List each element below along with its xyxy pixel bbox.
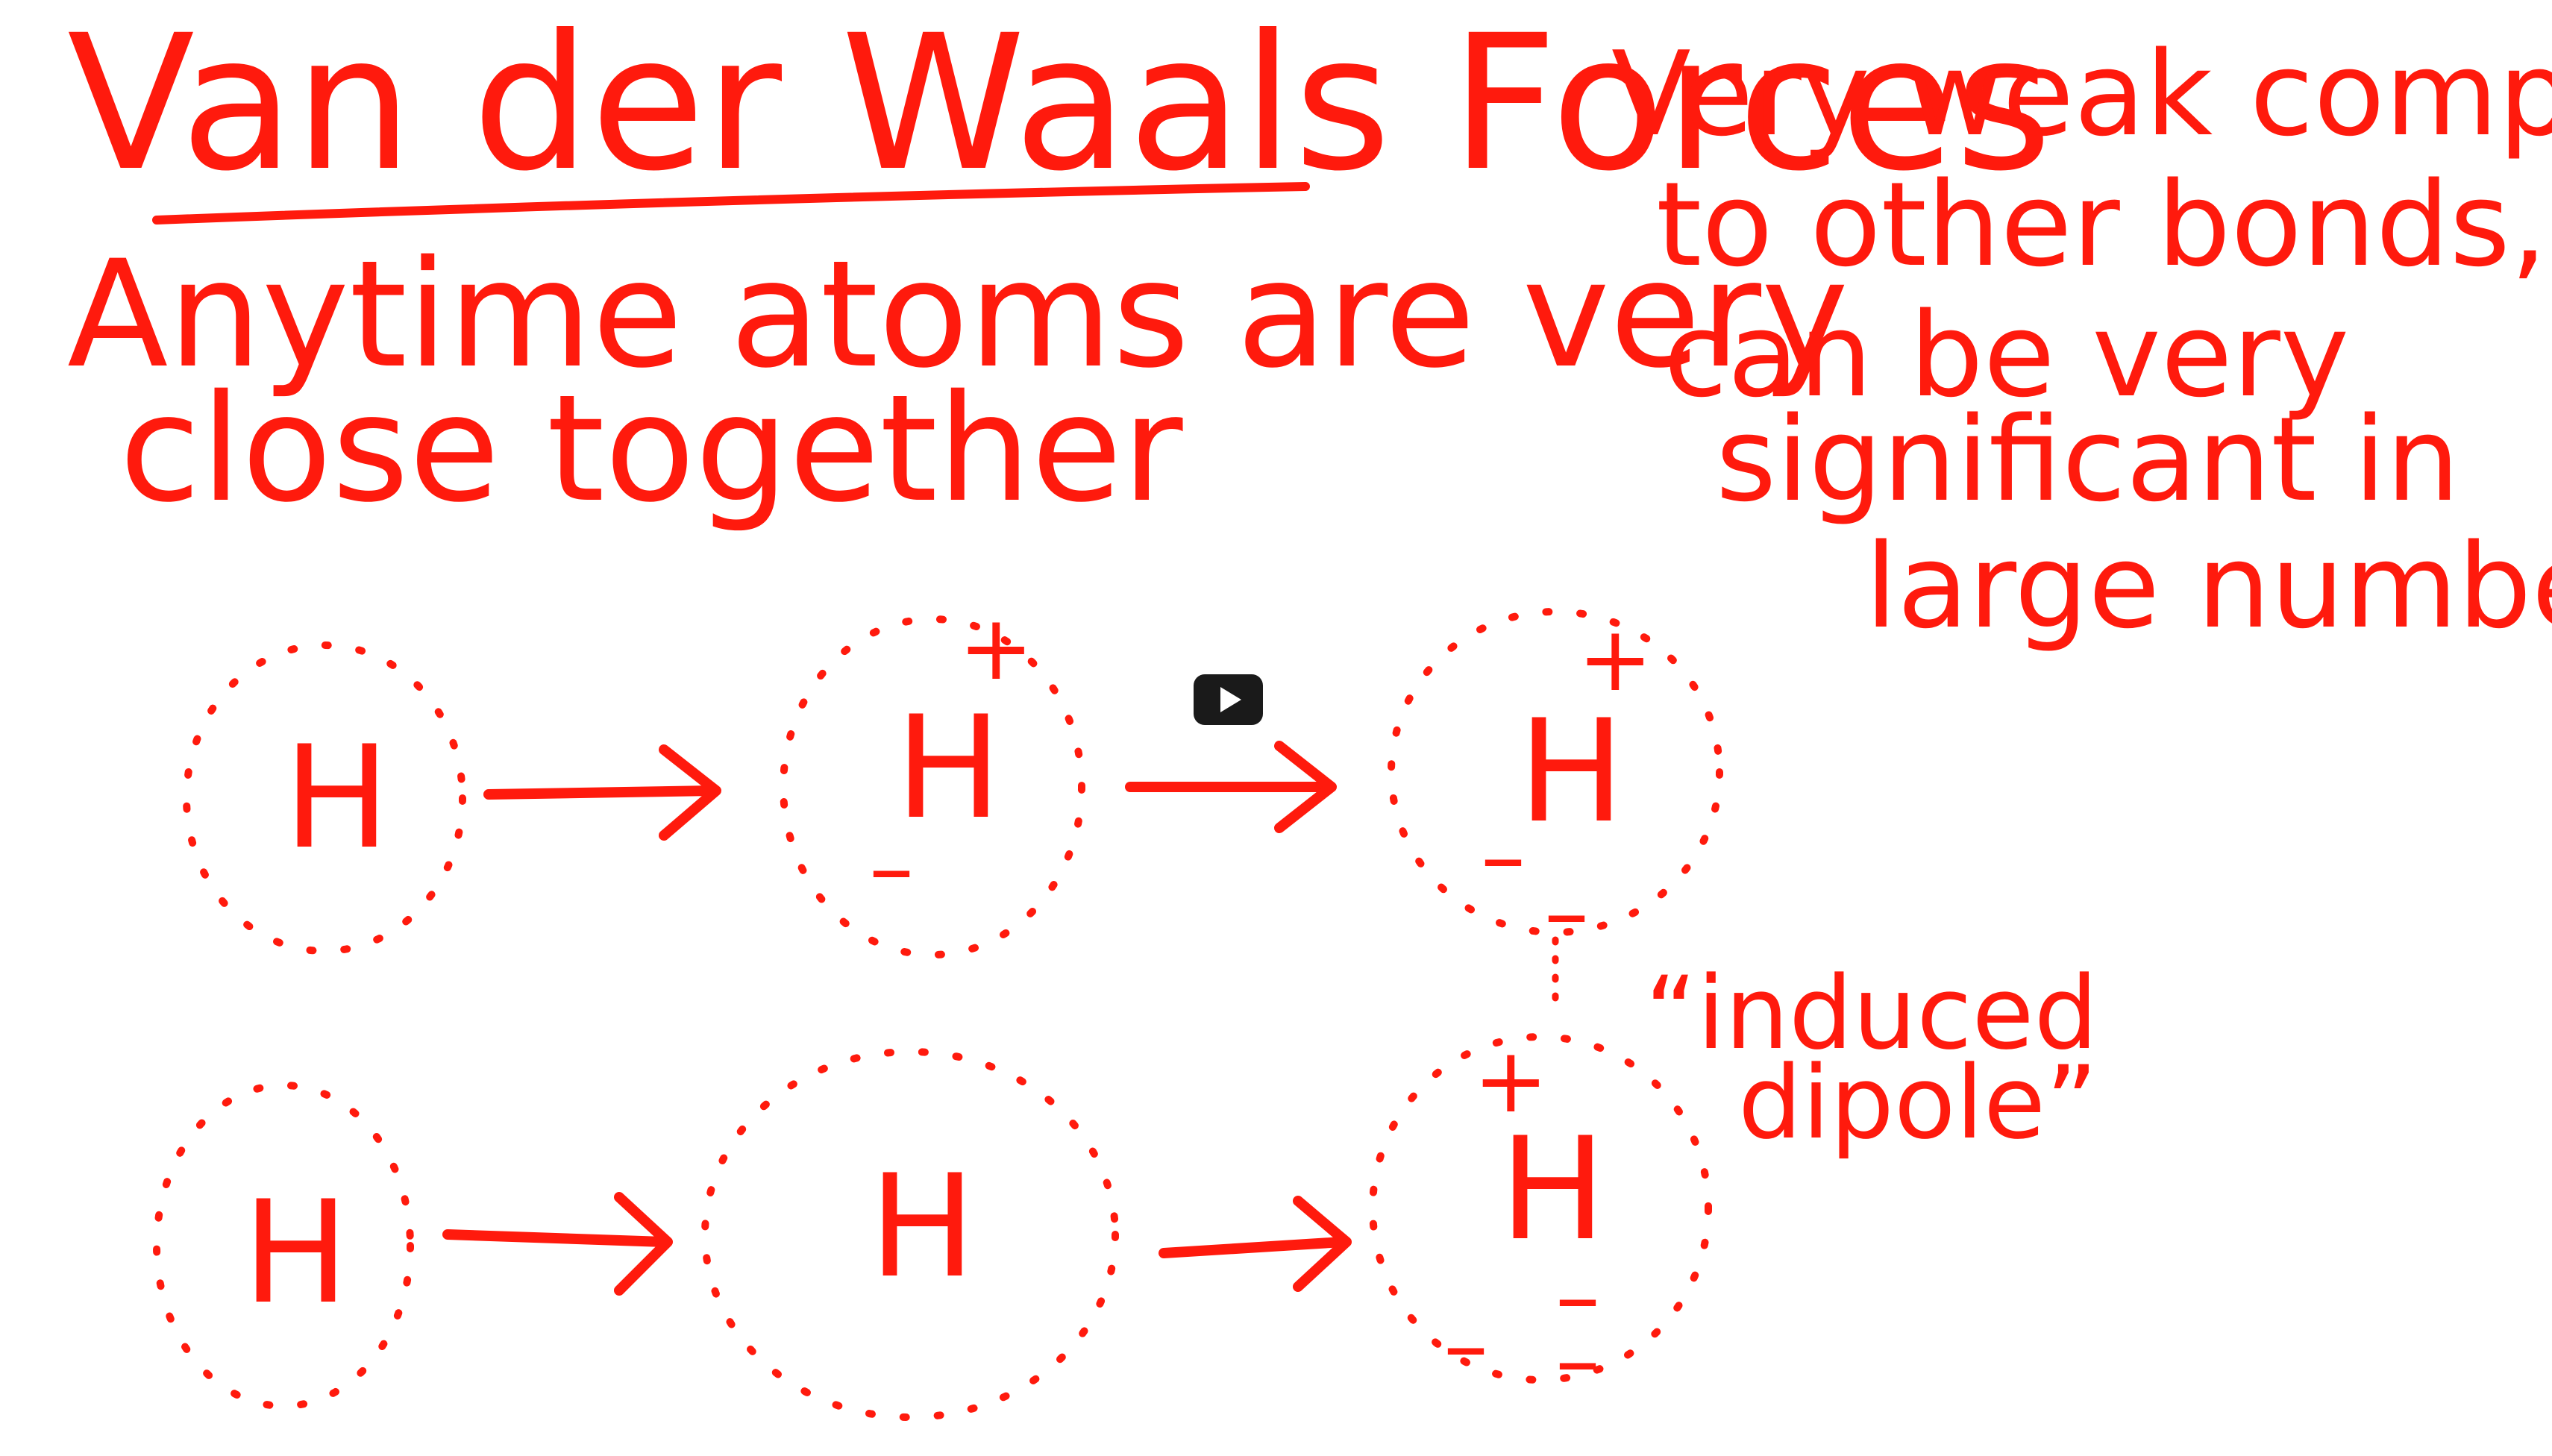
- positive-charge: +: [1578, 608, 1653, 712]
- note-line-4: significant in: [1716, 392, 2459, 527]
- hydrogen-atom-label: H: [1518, 689, 1625, 854]
- video-frame[interactable]: Van der Waals Forces Anytime atoms are v…: [0, 0, 2552, 1456]
- note-line-2: to other bonds, but: [1656, 157, 2552, 292]
- positive-charge: +: [1473, 1029, 1549, 1133]
- play-button[interactable]: [1194, 674, 1263, 725]
- positive-charge: +: [959, 597, 1034, 700]
- negative-charge: –: [869, 817, 914, 920]
- induced-dipole-label-line-2: dipole”: [1738, 1044, 2098, 1161]
- negative-charge: –: [1481, 806, 1526, 909]
- hydrogen-atom-label: H: [869, 1144, 976, 1309]
- whiteboard: Van der Waals Forces Anytime atoms are v…: [67, 0, 2552, 1421]
- note-line-5: large numbers: [1865, 518, 2552, 654]
- arrow-shaft: [442, 1229, 669, 1247]
- arrow-shaft: [1159, 1237, 1348, 1258]
- play-icon[interactable]: [1220, 687, 1241, 712]
- negative-charge: –: [1555, 1309, 1600, 1413]
- hydrogen-atom-label: H: [283, 715, 390, 880]
- negative-charge: –: [1544, 862, 1589, 965]
- definition-line-2: close together: [119, 363, 1183, 535]
- arrow-shaft: [483, 785, 718, 800]
- negative-charge: –: [1443, 1294, 1488, 1398]
- note-line-1: Very weak compared: [1611, 26, 2552, 162]
- hydrogen-atom-label: H: [242, 1170, 349, 1335]
